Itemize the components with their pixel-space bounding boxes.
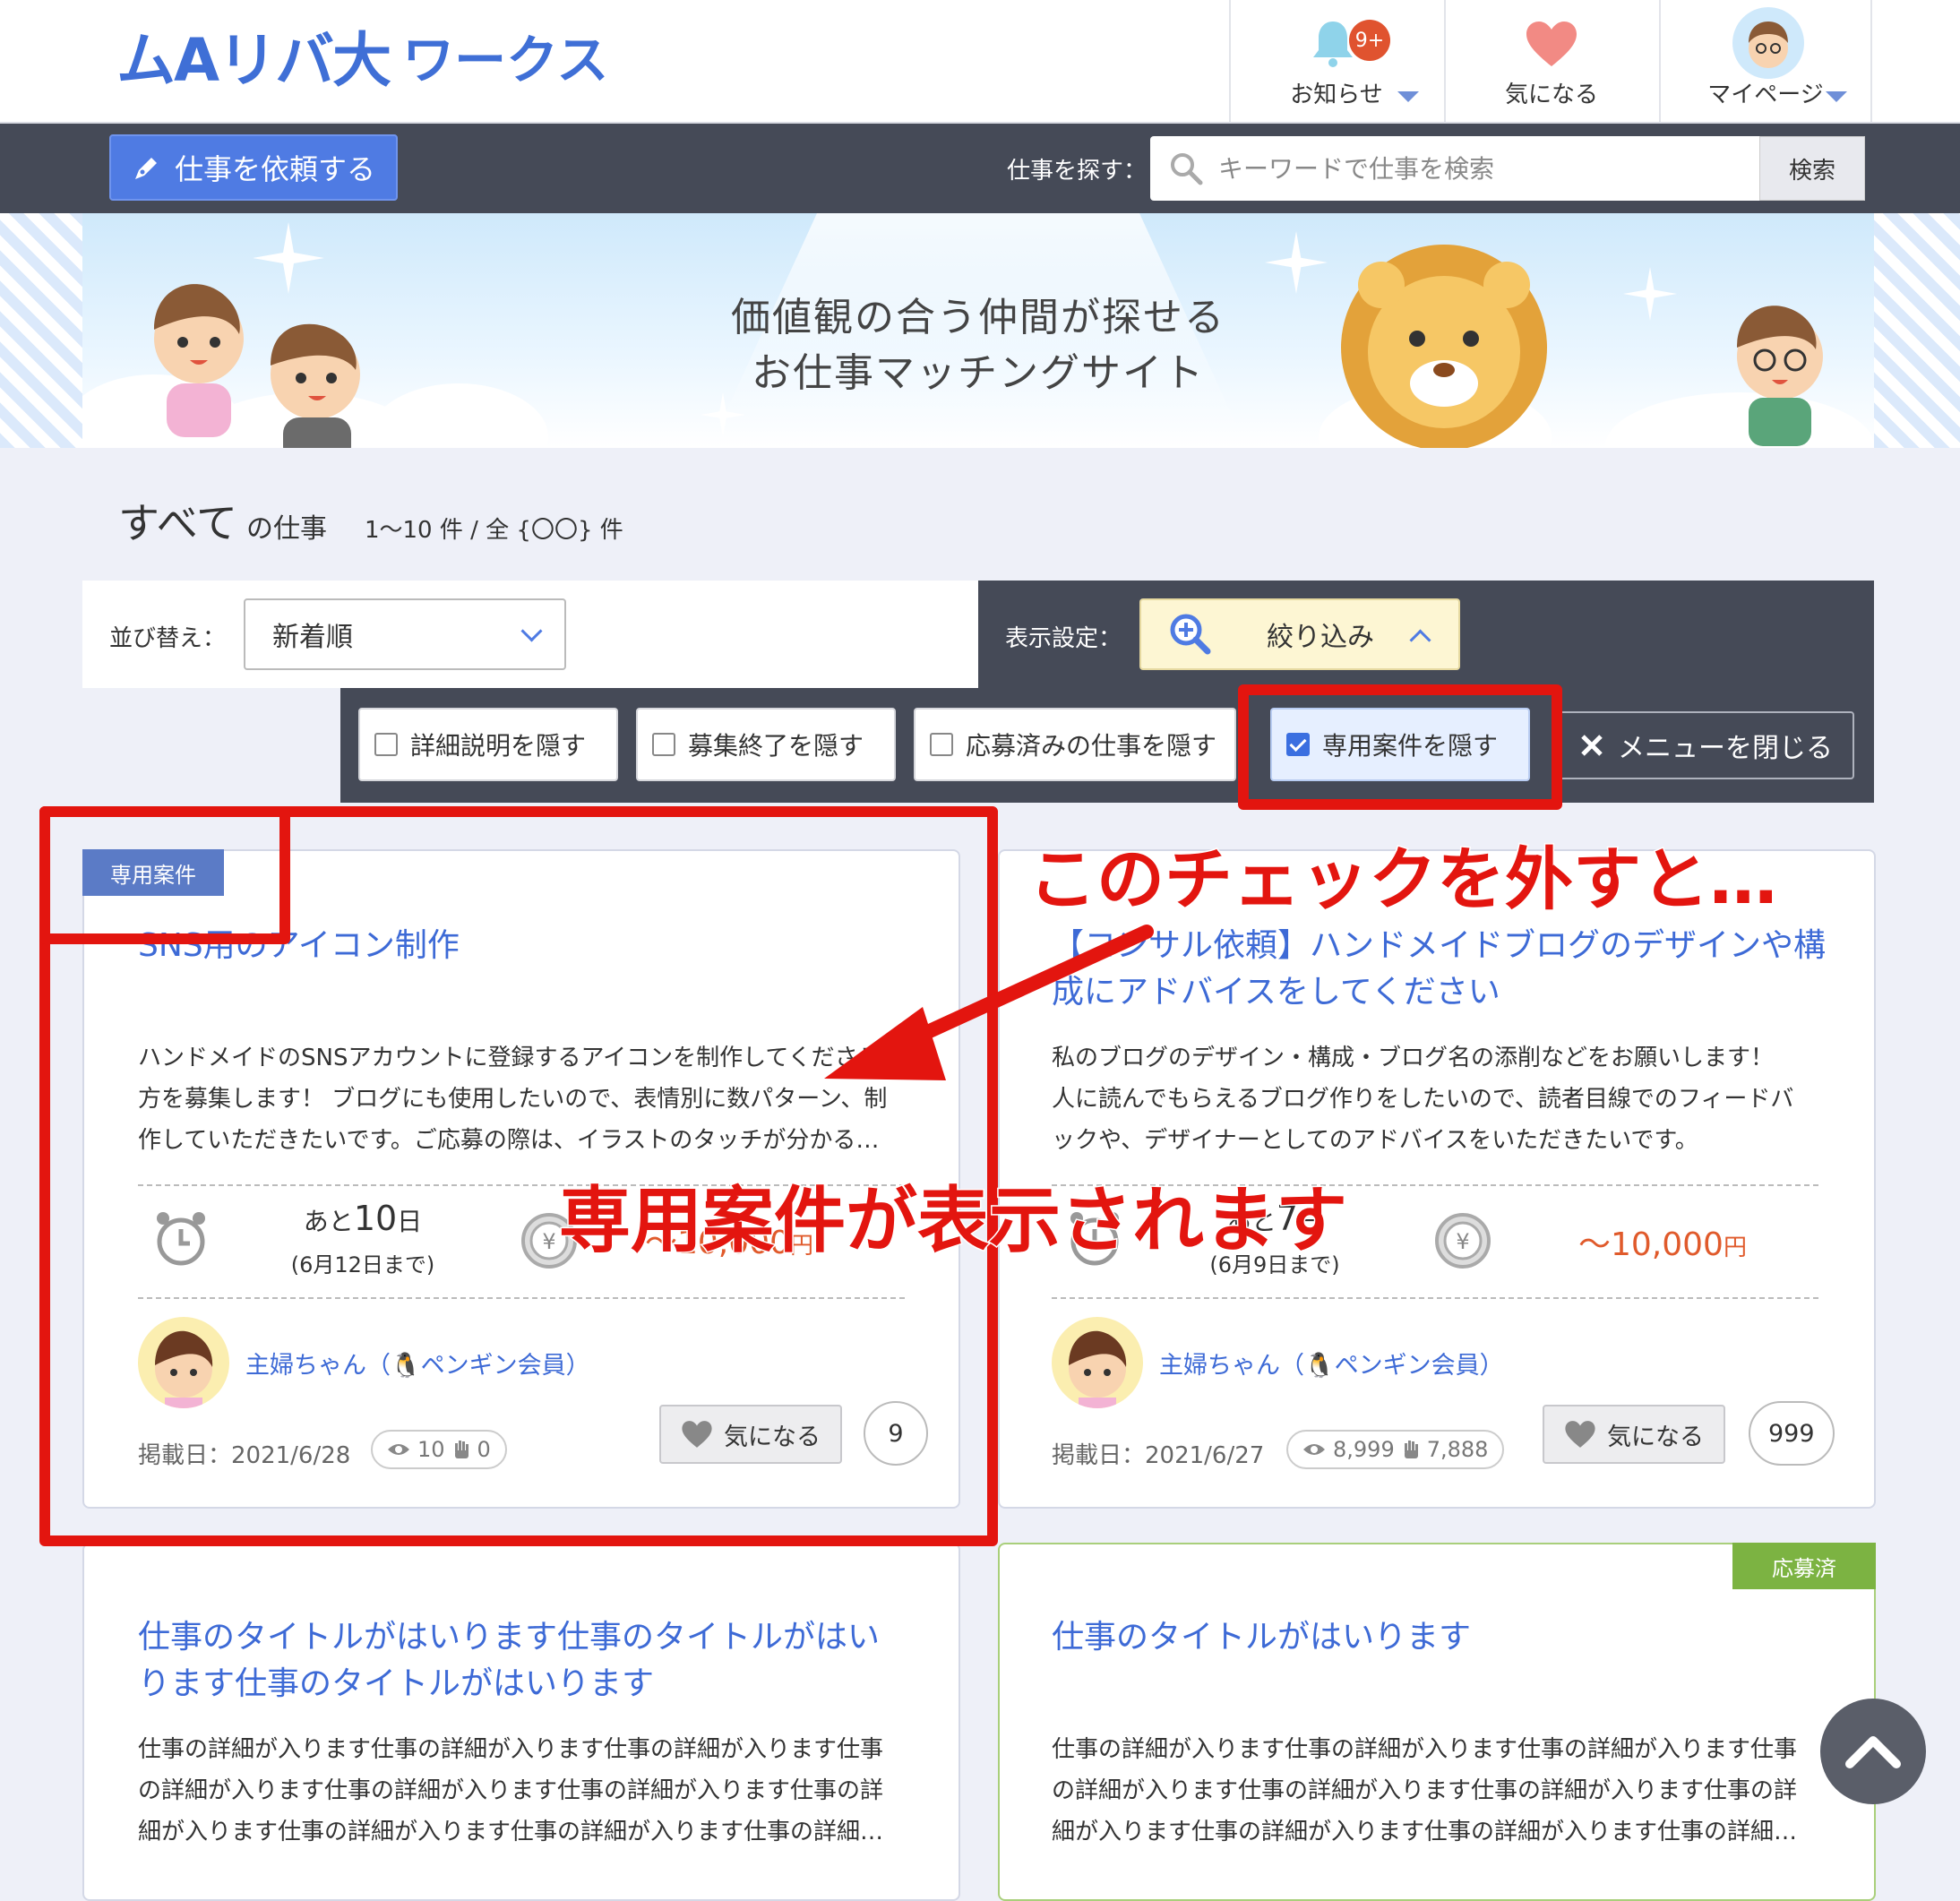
option-label: 募集終了を隠す [688,731,864,761]
display-settings-label: 表示設定： [1005,625,1122,652]
job-title-link[interactable]: 仕事のタイトルがはいります [1052,1614,1840,1661]
hand-icon [1404,1441,1418,1458]
scroll-to-top-button[interactable] [1820,1699,1926,1804]
description-line: 細が入ります仕事の詳細が入ります仕事の詳細が入ります仕事の詳細… [138,1819,884,1845]
annotation-text-shown: 専用案件が表示されます [558,1178,1349,1264]
budget-amount: 〜10,000 [1578,1226,1724,1263]
search-button[interactable]: 検索 [1759,136,1865,201]
request-job-button[interactable]: 仕事を依頼する [109,134,398,201]
job-title-link[interactable]: 仕事のタイトルがはいります仕事のタイトルがはいります仕事のタイトルがはいります [138,1614,908,1707]
poster-avatar[interactable] [1052,1317,1143,1408]
checkbox[interactable] [652,733,675,756]
search-input[interactable] [1216,152,1722,185]
yen-coin-icon: ¥ [1435,1213,1491,1269]
site-logo[interactable]: ムAリバ大 ワークス [116,20,609,95]
nav-label: お知らせ [1290,82,1383,108]
chevron-down-icon [1397,91,1419,102]
budget-unit: 円 [1723,1234,1747,1261]
option-hide-closed[interactable]: 募集終了を隠す [636,708,896,781]
applied-tag: 応募済 [1732,1543,1876,1589]
annotation-highlight-tag [39,806,290,944]
close-icon [1581,735,1603,756]
favorite-label: 気になる [1607,1423,1704,1451]
favorite-count: 999 [1749,1401,1835,1466]
checkbox[interactable] [930,733,953,756]
search-label: 仕事を探す： [1007,158,1148,185]
posted-date: 掲載日：2021/6/27 [1052,1442,1265,1469]
close-menu-label: メニューを閉じる [1618,733,1833,764]
glasses-man-character-illustration [1737,305,1823,446]
nav-notifications[interactable]: 9+ お知らせ [1229,0,1442,122]
description-line: の詳細が入ります仕事の詳細が入ります仕事の詳細が入ります仕事の詳 [1052,1777,1798,1804]
description-line: 私のブログのデザイン・構成・ブログ名の添削などをお願いします！ [1052,1045,1775,1071]
chevron-down-icon [520,620,543,642]
poster-name-link[interactable]: 主婦ちゃん（🐧ペンギン会員） [1159,1346,1504,1381]
nav-label: マイページ [1707,82,1824,108]
chevron-up-icon [1845,1736,1901,1768]
filter-label: 絞り込み [1267,622,1374,653]
job-title-link[interactable]: 【コンサル依頼】ハンドメイドブログのデザインや構成にアドバイスをしてください [1052,923,1840,1016]
banner-stripes-left [0,213,82,448]
description-line: 人に読んでもらえるブログ作りをしたいので、読者目線でのフィードバ [1052,1086,1794,1113]
listing-count: 1〜10 件 / 全 {〇〇} 件 [364,517,623,544]
listing-title-main: すべて [118,499,237,547]
listing-title-suffix: の仕事 [245,513,327,545]
notification-badge: 9+ [1349,20,1390,61]
description-line: の詳細が入ります仕事の詳細が入ります仕事の詳細が入ります仕事の詳 [138,1777,884,1804]
banner-stripes-right [1874,213,1960,448]
hero-banner: 価値観の合う仲間が探せる お仕事マッチングサイト [82,213,1874,448]
annotation-arrow [824,925,1154,1080]
option-hide-applied[interactable]: 応募済みの仕事を隠す [914,708,1236,781]
description-line: 仕事の詳細が入ります仕事の詳細が入ります仕事の詳細が入ります仕事 [138,1736,884,1763]
banner-headline-2: お仕事マッチングサイト [752,350,1205,396]
nav-mypage[interactable]: マイページ [1659,0,1872,122]
sparkle-icon [1623,267,1677,321]
filter-toggle-button[interactable]: 絞り込み [1139,598,1460,670]
sparkle-icon [701,392,745,437]
close-menu-button[interactable]: メニューを閉じる [1559,711,1854,779]
annotation-highlight-checkbox [1238,684,1562,810]
zoom-in-icon [1170,614,1211,655]
lion-mascot-illustration [1341,245,1547,448]
apply-count: 7,888 [1426,1437,1489,1462]
job-stats: 8,999 7,888 [1286,1430,1505,1469]
option-label: 応募済みの仕事を隠す [966,731,1217,761]
view-count: 8,999 [1333,1437,1395,1462]
option-hide-details[interactable]: 詳細説明を隠す [358,708,618,781]
option-label: 詳細説明を隠す [410,731,587,761]
description-line: 仕事の詳細が入ります仕事の詳細が入ります仕事の詳細が入ります仕事 [1052,1736,1798,1763]
checkbox[interactable] [374,733,398,756]
chevron-up-icon [1409,629,1431,651]
user-avatar [1732,7,1804,79]
search-icon [1171,153,1203,185]
job-description: 私のブログのデザイン・構成・ブログ名の添削などをお願いします！ 人に読んでもらえ… [1052,1037,1840,1161]
job-description: 仕事の詳細が入ります仕事の詳細が入ります仕事の詳細が入ります仕事 の詳細が入りま… [138,1729,926,1853]
banner-headline-1: 価値観の合う仲間が探せる [731,295,1225,340]
budget: 〜10,000円 [1578,1218,1747,1265]
favorite-button[interactable]: 気になる [1543,1405,1725,1464]
nav-label: 気になる [1504,82,1598,108]
eye-icon [1303,1444,1325,1455]
job-description: 仕事の詳細が入ります仕事の詳細が入ります仕事の詳細が入ります仕事 の詳細が入りま… [1052,1729,1840,1853]
sort-selected-value: 新着順 [272,622,353,653]
search-field[interactable] [1150,136,1759,201]
man-character-illustration [271,323,360,448]
logo-word: ワークス [402,30,609,90]
heart-icon [1526,22,1577,66]
request-job-label: 仕事を依頼する [174,152,375,186]
heart-icon [1565,1421,1595,1448]
sort-label: 並び替え： [109,625,227,652]
nav-favorites[interactable]: 気になる [1444,0,1657,122]
description-line: ックや、デザイナーとしてのアドバイスをいただきたいです。 [1052,1127,1698,1154]
listing-title: すべて の仕事 1〜10 件 / 全 {〇〇} 件 [118,491,623,550]
svg-text:¥: ¥ [1456,1229,1469,1254]
logo-mark: ムAリバ大 [116,26,391,95]
chevron-down-icon [1826,91,1847,102]
pen-icon [134,158,157,179]
description-line: 細が入ります仕事の詳細が入ります仕事の詳細が入ります仕事の詳細… [1052,1819,1798,1845]
divider [1052,1297,1818,1299]
sort-select[interactable]: 新着順 [244,598,566,670]
